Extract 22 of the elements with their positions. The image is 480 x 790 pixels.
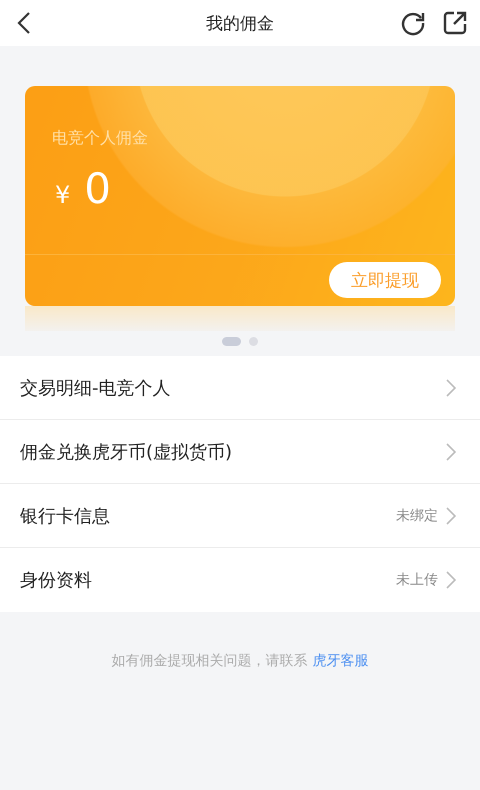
page-title: 我的佣金	[205, 12, 275, 34]
share-icon[interactable]	[442, 10, 468, 36]
menu-item[interactable]: 银行卡信息 未绑定	[0, 484, 480, 548]
status-text: 未绑定	[396, 506, 438, 524]
help-text: 如有佣金提现相关问题，请联系	[112, 653, 308, 669]
status-text: 未上传	[396, 571, 438, 589]
chevron-icon	[446, 442, 456, 460]
chevron-icon	[446, 506, 456, 524]
currency-symbol: ¥	[55, 181, 70, 209]
menu-label: 交易明细-电竞个人	[20, 376, 170, 400]
menu-label: 银行卡信息	[20, 504, 110, 528]
menu-label: 佣金兑换虎牙币(虚拟货币)	[20, 440, 232, 464]
menu-label: 身份资料	[20, 569, 92, 592]
menu-item[interactable]: 身份资料 未上传	[0, 548, 480, 612]
amount-value: 0	[84, 164, 112, 213]
refresh-icon[interactable]	[400, 10, 426, 36]
chevron-icon	[446, 378, 456, 396]
back-icon[interactable]	[17, 11, 31, 35]
chevron-icon	[446, 571, 456, 589]
card-label: 电竞个人佣金	[52, 128, 148, 149]
menu-item[interactable]: 佣金兑换虎牙币(虚拟货币)	[0, 420, 480, 484]
menu-item[interactable]: 交易明细-电竞个人	[0, 356, 480, 420]
